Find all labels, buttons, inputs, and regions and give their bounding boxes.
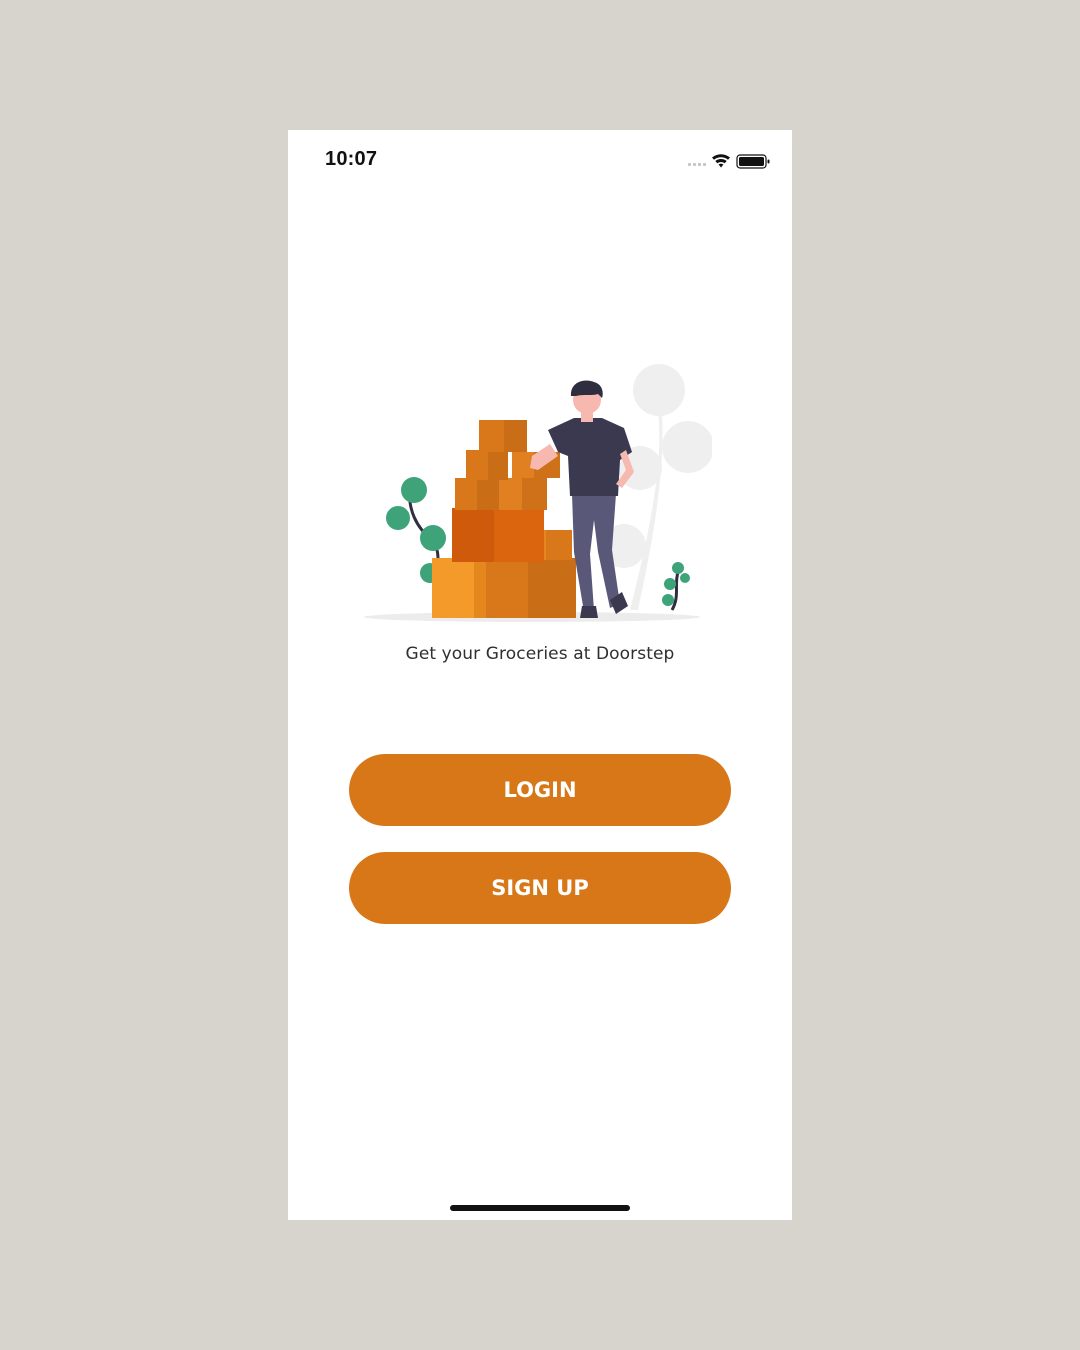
battery-icon (736, 154, 770, 169)
delivery-illustration (364, 364, 712, 622)
login-button[interactable]: LOGIN (349, 754, 731, 826)
wifi-icon (712, 154, 730, 168)
box-stack (432, 420, 576, 618)
home-indicator[interactable] (450, 1205, 630, 1211)
signup-button[interactable]: SIGN UP (349, 852, 731, 924)
right-plant (662, 562, 690, 611)
cellular-signal-icon (688, 163, 706, 166)
tagline: Get your Groceries at Doorstep (405, 644, 675, 664)
status-icons (688, 154, 770, 169)
app-screen: 10:07 Get your Groceries at Doorstep LOG… (288, 130, 792, 1220)
status-time: 10:07 (325, 148, 378, 170)
status-bar: 10:07 (288, 130, 792, 190)
